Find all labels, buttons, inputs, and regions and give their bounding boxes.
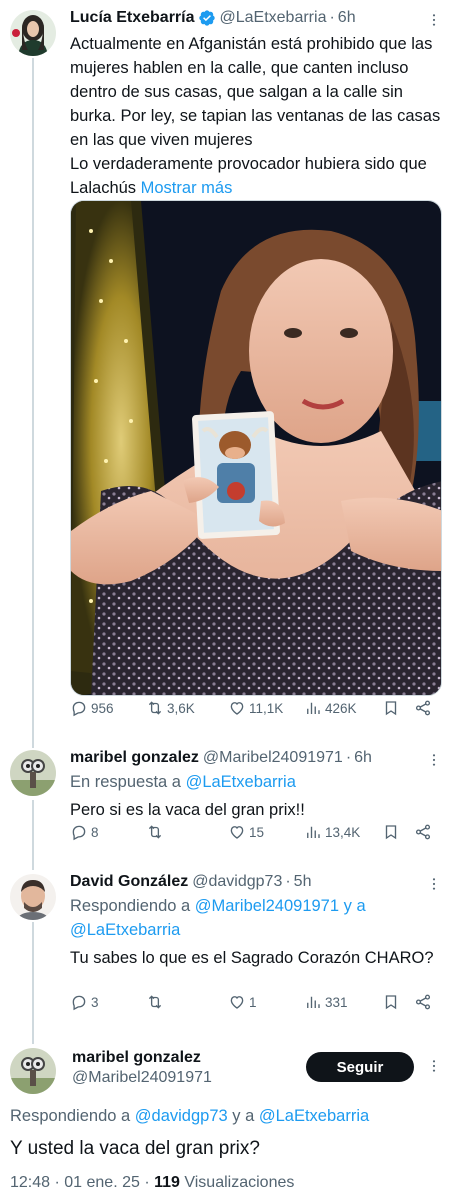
like-count: 15 [249,824,265,840]
avatar[interactable] [10,874,56,920]
display-name[interactable]: maribel gonzalez [70,748,199,768]
display-name[interactable]: David González [70,872,188,892]
reply-prefix: En respuesta a [70,773,186,791]
tweet-text: Tu sabes lo que es el Sagrado Corazón CH… [70,949,434,967]
repost-button[interactable]: 3,6K [146,699,195,717]
reply-context: Respondiendo a @Maribel24091971 y a @LaE… [70,894,444,942]
tweet-text: Actualmente en Afganistán está prohibido… [70,32,444,200]
tweet-image[interactable] [70,200,442,696]
views-button[interactable]: 13,4K [304,823,360,841]
views-button[interactable]: 331 [304,993,348,1011]
post-timestamp[interactable]: 12:48 · 01 ene. 25 · [10,1174,154,1191]
reply-button[interactable]: 3 [70,993,99,1011]
views-label: Visualizaciones [179,1174,295,1191]
focused-tweet: maribel gonzalez @Maribel24091971 Seguir… [0,1044,456,1200]
like-button[interactable]: 15 [228,823,264,841]
handle[interactable]: @LaEtxebarria [220,8,327,28]
reply-count: 956 [91,700,114,716]
tweet[interactable]: David González @davidgp73 · 5h Respondie… [0,872,456,1032]
analytics-icon [307,826,320,838]
avatar[interactable] [10,750,56,796]
tweet-body: Actualmente en Afganistán está prohibido… [70,35,441,197]
heart-icon [230,996,244,1009]
more-options-icon[interactable] [424,750,444,770]
repost-icon [148,701,162,715]
timestamp[interactable]: 6h [338,8,356,28]
follow-button[interactable]: Seguir [306,1052,414,1082]
tweet[interactable]: maribel gonzalez @Maribel24091971 · 6h E… [0,746,456,866]
bookmark-button[interactable] [382,699,400,717]
tweet-text: Y usted la vaca del gran prix? [10,1138,260,1159]
more-options-icon[interactable] [424,1056,444,1076]
bookmark-icon [385,701,397,716]
bookmark-button[interactable] [382,823,400,841]
like-count: 1 [249,994,257,1010]
repost-icon [148,995,162,1009]
handle[interactable]: @davidgp73 [192,872,282,892]
repost-icon [148,825,162,839]
verified-badge-icon [198,10,215,26]
reply-prefix: Respondiendo a [70,897,195,915]
timestamp[interactable]: 5h [294,872,312,892]
show-more-link[interactable]: Mostrar más [141,179,233,197]
views-count: 119 [154,1174,180,1191]
tweet-meta: 12:48 · 01 ene. 25 · 119 Visualizaciones [10,1172,294,1194]
reply-button[interactable]: 8 [70,823,99,841]
reply-context: Respondiendo a @davidgp73 y a @LaEtxebar… [10,1104,369,1128]
reply-icon [72,701,86,717]
view-count: 13,4K [325,824,361,840]
view-count: 426K [325,700,357,716]
handle[interactable]: @Maribel24091971 [203,748,343,768]
reply-to-link[interactable]: @LaEtxebarria [259,1107,369,1125]
repost-button[interactable] [146,993,167,1011]
like-count: 11,1K [249,700,284,716]
bookmark-button[interactable] [382,993,400,1011]
repost-count: 3,6K [167,700,195,716]
reply-icon [72,825,86,841]
share-button[interactable] [414,993,432,1011]
analytics-icon [307,702,320,714]
separator-dot: · [329,9,335,26]
reply-to-link[interactable]: @davidgp73 [135,1107,228,1125]
display-name[interactable]: Lucía Etxebarría [70,8,195,28]
reply-icon [72,995,86,1011]
handle[interactable]: @Maribel24091971 [72,1068,212,1088]
share-icon [415,994,431,1010]
separator-dot: · [285,873,291,890]
repost-button[interactable] [146,823,167,841]
reply-mid: y a [227,1107,259,1125]
timestamp[interactable]: 6h [354,748,372,768]
more-options-icon[interactable] [424,874,444,894]
like-button[interactable]: 1 [228,993,257,1011]
reply-count: 8 [91,824,99,840]
share-icon [415,824,431,840]
more-options-icon[interactable] [424,10,444,30]
views-button[interactable]: 426K [304,699,357,717]
reply-context: En respuesta a @LaEtxebarria [70,770,444,794]
analytics-icon [307,996,320,1008]
heart-icon [230,826,244,839]
reply-to-link[interactable]: @LaEtxebarria [186,773,296,791]
share-button[interactable] [414,699,432,717]
avatar[interactable] [10,10,56,56]
reply-prefix: Respondiendo a [10,1107,135,1125]
separator-dot: · [345,749,352,766]
avatar[interactable] [10,1048,56,1094]
tweet-text: Pero si es la vaca del gran prix!! [70,801,305,819]
bookmark-icon [385,995,397,1010]
display-name[interactable]: maribel gonzalez [72,1048,212,1068]
heart-icon [230,702,244,715]
reply-count: 3 [91,994,99,1010]
tweet[interactable]: Lucía Etxebarría @LaEtxebarria · 6h Actu… [0,0,456,740]
share-button[interactable] [414,823,432,841]
share-icon [415,700,431,716]
view-count: 331 [325,994,348,1010]
like-button[interactable]: 11,1K [228,699,283,717]
bookmark-icon [385,825,397,840]
reply-button[interactable]: 956 [70,699,114,717]
